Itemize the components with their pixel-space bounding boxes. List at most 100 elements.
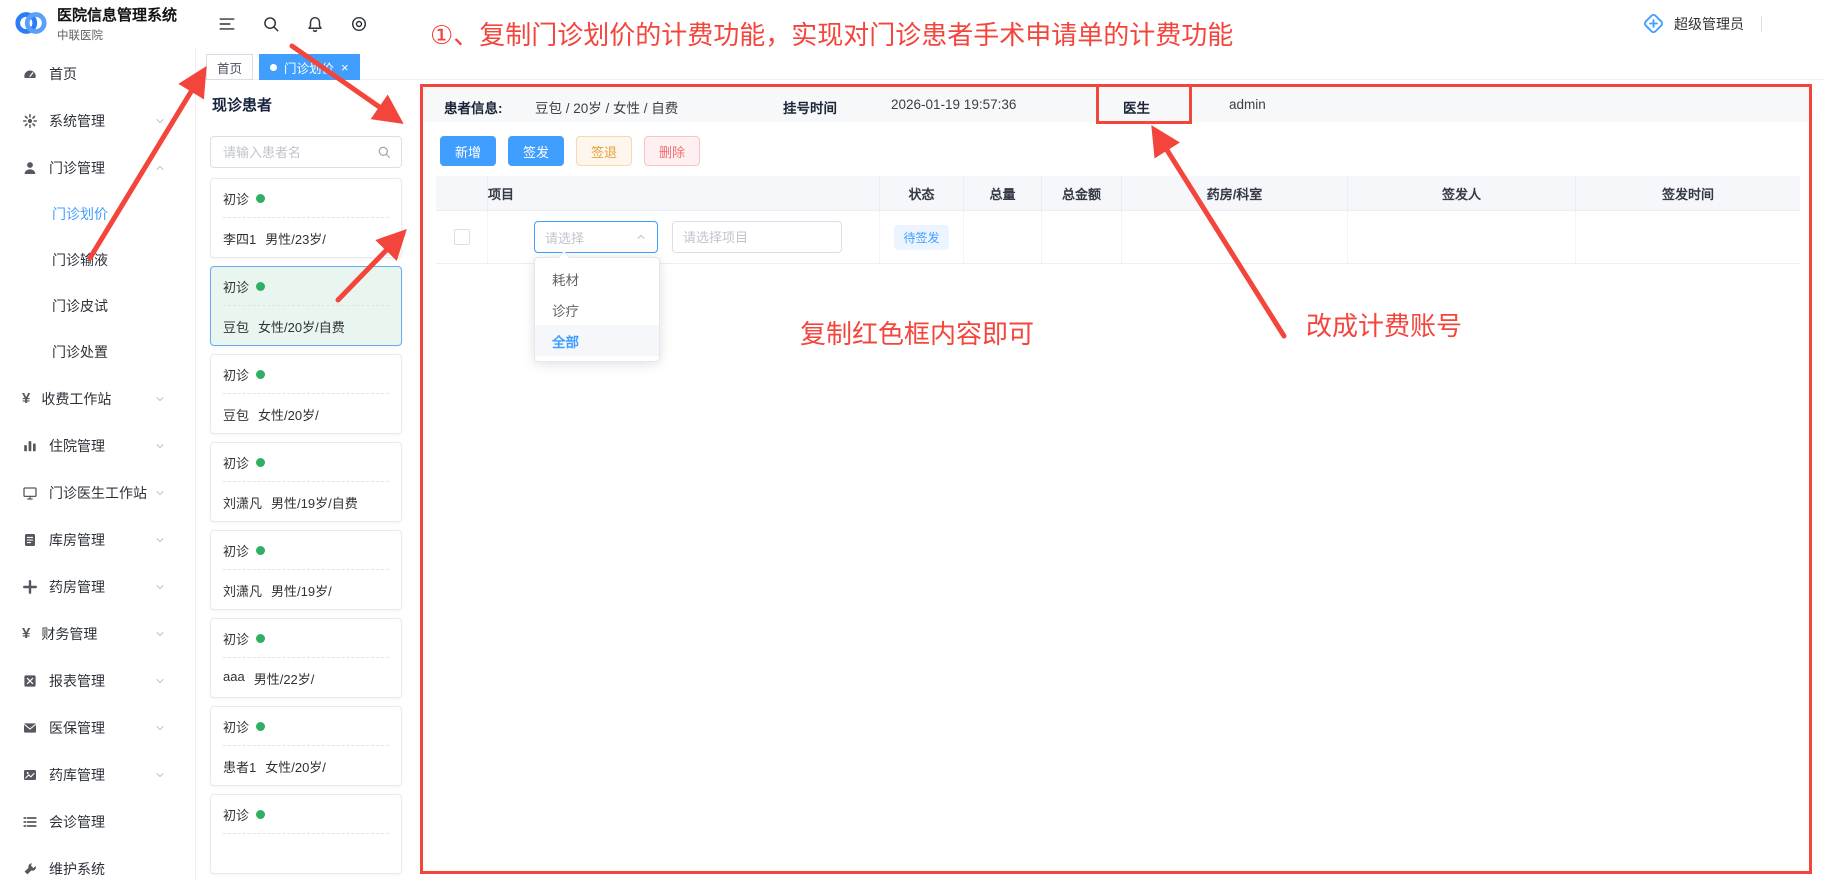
sidebar-item-2[interactable]: 门诊管理: [0, 144, 195, 191]
sidebar-item-6[interactable]: 库房管理: [0, 516, 195, 563]
sidebar-subitem-2-1[interactable]: 门诊输液: [0, 237, 195, 283]
toolbar: 新增签发签退删除: [440, 136, 700, 166]
sidebar-subitem-2-3[interactable]: 门诊处置: [0, 329, 195, 375]
collapse-menu-icon[interactable]: [218, 15, 236, 33]
tabbar-divider: [196, 79, 1824, 80]
mail-icon: [22, 720, 38, 736]
patient-search-input[interactable]: [221, 144, 377, 161]
billing-table: 项目状态总量总金额药房/科室签发人签发时间 请选择 待签发: [436, 176, 1800, 264]
registration-time-value: 2026-01-19 19:57:36: [891, 97, 1016, 112]
chevron-down-icon: [154, 393, 166, 405]
chevron-down-icon: [154, 628, 166, 640]
sidebar: 首页系统管理门诊管理门诊划价门诊输液门诊皮试门诊处置¥收费工作站住院管理门诊医生…: [0, 48, 196, 880]
tab-bar: 首页 门诊划价 ×: [206, 54, 360, 80]
wrench-icon: [22, 861, 38, 877]
sidebar-item-1[interactable]: 系统管理: [0, 97, 195, 144]
delete-button[interactable]: 删除: [644, 136, 700, 166]
status-dot-icon: [256, 810, 265, 819]
item-search-input[interactable]: [672, 221, 842, 253]
table-header: 项目状态总量总金额药房/科室签发人签发时间: [436, 176, 1800, 211]
user-area[interactable]: 超级管理员: [1642, 12, 1762, 35]
sidebar-subitem-2-2[interactable]: 门诊皮试: [0, 283, 195, 329]
row-checkbox[interactable]: [454, 229, 470, 245]
chevron-down-icon: [154, 675, 166, 687]
sidebar-item-3[interactable]: ¥收费工作站: [0, 375, 195, 422]
search-icon[interactable]: [262, 15, 280, 33]
dropdown-option-1[interactable]: 诊疗: [535, 294, 659, 325]
sidebar-item-11[interactable]: 药库管理: [0, 751, 195, 798]
bell-icon[interactable]: [306, 15, 324, 33]
patient-search: [210, 136, 402, 168]
status-badge: 待签发: [894, 225, 948, 250]
sidebar-item-7[interactable]: 药房管理: [0, 563, 195, 610]
app-subtitle: 中联医院: [57, 27, 177, 43]
column-header-2: 状态: [880, 176, 964, 210]
sidebar-item-5[interactable]: 门诊医生工作站: [0, 469, 195, 516]
chevron-down-icon: [154, 722, 166, 734]
issue-button[interactable]: 签发: [508, 136, 564, 166]
chevron-down-icon: [154, 534, 166, 546]
sidebar-item-9[interactable]: 报表管理: [0, 657, 195, 704]
column-header-3: 总量: [964, 176, 1042, 210]
app-title: 医院信息管理系统: [57, 6, 177, 25]
column-header-6: 签发人: [1348, 176, 1576, 210]
yen-icon: ¥: [22, 390, 30, 407]
med-cross-icon: [1642, 12, 1665, 35]
column-header-5: 药房/科室: [1122, 176, 1348, 210]
patient-card-3[interactable]: 初诊 刘潇凡 男性/19岁/自费: [210, 442, 402, 522]
status-dot-icon: [256, 370, 265, 379]
tab-menzhen-huajia[interactable]: 门诊划价 ×: [259, 54, 360, 80]
search-icon[interactable]: [377, 145, 391, 159]
sidebar-item-4[interactable]: 住院管理: [0, 422, 195, 469]
sidebar-item-0[interactable]: 首页: [0, 50, 195, 97]
chevron-down-icon: [154, 769, 166, 781]
category-dropdown: 耗材诊疗全部: [534, 257, 660, 362]
chevron-up-icon: [635, 231, 647, 243]
user-role: 超级管理员: [1674, 14, 1744, 34]
status-dot-icon: [256, 722, 265, 731]
dropdown-option-2[interactable]: 全部: [535, 325, 659, 356]
add-button[interactable]: 新增: [440, 136, 496, 166]
patient-card-5[interactable]: 初诊 aaa 男性/22岁/: [210, 618, 402, 698]
report-icon: [22, 673, 38, 689]
sidebar-subitem-2-0[interactable]: 门诊划价: [0, 191, 195, 237]
patient-card-4[interactable]: 初诊 刘潇凡 男性/19岁/: [210, 530, 402, 610]
topbar-icons: [218, 15, 368, 33]
aim-icon[interactable]: [350, 15, 368, 33]
doc-icon: [22, 532, 38, 548]
chevron-up-icon: [154, 162, 166, 174]
column-header-1: 项目: [488, 176, 880, 210]
patient-card-0[interactable]: 初诊 李四1 男性/23岁/: [210, 178, 402, 258]
column-header-7: 签发时间: [1576, 176, 1800, 210]
column-header-0: [436, 176, 488, 210]
dept-cell: [1122, 211, 1348, 263]
patient-card-2[interactable]: 初诊 豆包 女性/20岁/: [210, 354, 402, 434]
patient-info-bar: 患者信息: 豆包 / 20岁 / 女性 / 自费 挂号时间 2026-01-19…: [423, 87, 1809, 122]
chevron-down-icon: [154, 581, 166, 593]
sidebar-item-8[interactable]: ¥财务管理: [0, 610, 195, 657]
chevron-down-icon: [154, 440, 166, 452]
patient-info-label: 患者信息:: [444, 97, 503, 117]
sidebar-item-10[interactable]: 医保管理: [0, 704, 195, 751]
patient-card-6[interactable]: 初诊 患者1 女性/20岁/: [210, 706, 402, 786]
patient-card-list: 初诊 李四1 男性/23岁/ 初诊 豆包 女性/20岁/自费 初诊 豆包: [210, 178, 402, 874]
registration-time-label: 挂号时间: [783, 97, 837, 117]
chart-icon: [22, 438, 38, 454]
issuer-cell: [1348, 211, 1576, 263]
patient-card-1[interactable]: 初诊 豆包 女性/20岁/自费: [210, 266, 402, 346]
tab-close-icon[interactable]: ×: [341, 61, 349, 74]
doctor-value: admin: [1229, 97, 1266, 112]
divider: [1761, 16, 1762, 32]
sidebar-item-12[interactable]: 会诊管理: [0, 798, 195, 845]
patient-card-7[interactable]: 初诊: [210, 794, 402, 874]
topbar: 医院信息管理系统 中联医院 超级管理员: [0, 0, 1824, 48]
image-icon: [22, 767, 38, 783]
user-icon: [22, 160, 38, 176]
checkout-button[interactable]: 签退: [576, 136, 632, 166]
sidebar-item-13[interactable]: 维护系统: [0, 845, 195, 880]
tab-home[interactable]: 首页: [206, 54, 253, 80]
dropdown-option-0[interactable]: 耗材: [535, 263, 659, 294]
category-select[interactable]: 请选择: [534, 221, 658, 253]
category-select-placeholder: 请选择: [545, 228, 635, 247]
status-dot-icon: [256, 458, 265, 467]
